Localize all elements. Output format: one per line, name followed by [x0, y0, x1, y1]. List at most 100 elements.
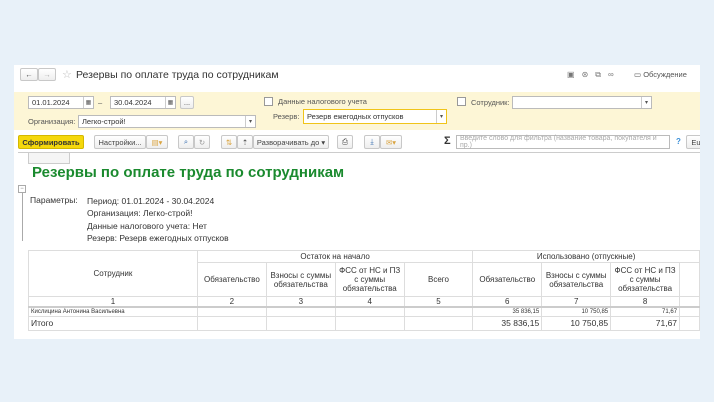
report-cell-selector[interactable]: [28, 153, 70, 164]
param-period: Период: 01.01.2024 - 30.04.2024: [87, 196, 215, 206]
tax-data-label: Данные налогового учета: [278, 97, 367, 106]
col-number: 5: [403, 296, 474, 308]
filter-search-input[interactable]: Введите слово для фильтра (название това…: [456, 135, 670, 149]
table-row[interactable]: Кислицина Антонина Васильевна 35 836,15 …: [28, 306, 700, 317]
tax-data-checkbox[interactable]: [264, 97, 273, 106]
employee-label: Сотрудник:: [471, 98, 510, 107]
calendar-icon: ▦: [83, 97, 93, 108]
cell[interactable]: [334, 315, 405, 331]
subheader: Взносы с суммы обязательства: [265, 262, 336, 297]
org-field[interactable]: Легко-строй! ▾: [78, 115, 256, 128]
print-button[interactable]: ⎙: [337, 135, 353, 149]
header-employee: Сотрудник: [28, 250, 198, 297]
reserve-field[interactable]: Резерв ежегодных отпусков ▾: [303, 109, 447, 124]
report-title: Резервы по оплате труда по сотрудникам: [32, 164, 345, 181]
cell[interactable]: [265, 306, 336, 317]
subheader: Обязательство: [196, 262, 267, 297]
chevron-down-icon: ▾: [436, 110, 446, 123]
send-button[interactable]: ✉▾: [380, 135, 402, 149]
search-icon: ⌕: [183, 137, 189, 146]
folder-icon: ▤▾: [151, 137, 163, 147]
group-line: [22, 193, 23, 241]
employee-field[interactable]: ▾: [512, 96, 652, 109]
params-list: Период: 01.01.2024 - 30.04.2024 Организа…: [87, 195, 229, 244]
col-number: 7: [541, 296, 612, 308]
col-number: 6: [472, 296, 543, 308]
chevron-down-icon: ▾: [641, 97, 651, 108]
report-window: ← → ☆ Резервы по оплате труда по сотрудн…: [14, 65, 700, 339]
col-number: 2: [196, 296, 267, 308]
extra-button[interactable]: Eu: [686, 135, 700, 149]
cell[interactable]: 10 750,85: [541, 315, 612, 331]
cell[interactable]: 10 750,85: [541, 306, 612, 317]
subheader: ФСС от НС и ПЗ с суммы обязательства: [610, 262, 681, 297]
reserve-label: Резерв:: [273, 112, 300, 121]
generate-button[interactable]: Сформировать: [18, 135, 84, 149]
collapse-button[interactable]: ⇡: [237, 135, 253, 149]
window-title: Резервы по оплате труда по сотрудникам: [76, 69, 279, 81]
total-label: Итого: [28, 315, 198, 331]
param-tax: Данные налогового учета: Нет: [87, 220, 207, 231]
subheader: Взносы с суммы обязательства: [541, 262, 612, 297]
date-to-field[interactable]: 30.04.2024 ▦: [110, 96, 176, 109]
date-from-field[interactable]: 01.01.2024 ▦: [28, 96, 94, 109]
cell[interactable]: 35 836,15: [472, 315, 543, 331]
header-group-opening: Остаток на начало: [196, 250, 474, 263]
cell[interactable]: 35 836,15: [472, 306, 543, 317]
forward-button[interactable]: →: [38, 68, 56, 81]
subheader: Обязательство: [472, 262, 543, 297]
total-row[interactable]: Итого 35 836,15 10 750,85 71,67: [28, 315, 700, 331]
col-number: 1: [28, 296, 198, 308]
save-file-button[interactable]: ⤓: [364, 135, 380, 149]
employee-checkbox[interactable]: [457, 97, 466, 106]
org-label: Организация:: [28, 117, 76, 126]
back-button[interactable]: ←: [20, 68, 38, 81]
cell[interactable]: [334, 306, 405, 317]
refresh-icon: ↻: [198, 137, 206, 147]
cell[interactable]: [403, 315, 474, 331]
report-table: Сотрудник Остаток на начало Использовано…: [28, 250, 700, 331]
chevron-down-icon: ▾: [245, 116, 255, 127]
variant-button[interactable]: ▤▾: [146, 135, 168, 149]
cell[interactable]: [196, 315, 267, 331]
sort-icon: ⇅: [225, 137, 233, 147]
expand-to-button[interactable]: Разворачивать до ▾: [253, 135, 329, 149]
mail-icon: ✉▾: [385, 137, 397, 147]
calendar-icon: ▦: [165, 97, 175, 108]
filter-panel: 01.01.2024 ▦ – 30.04.2024 ▦ ... Организаци…: [14, 92, 700, 130]
preview-icon: ⧉: [595, 70, 608, 79]
settings-button[interactable]: Настройки...: [94, 135, 146, 149]
col-number: 3: [265, 296, 336, 308]
cancel-search-button[interactable]: ↻: [194, 135, 210, 149]
help-icon[interactable]: ?: [676, 137, 681, 146]
sort-button[interactable]: ⇅: [221, 135, 237, 149]
header-icons[interactable]: ▣⊛⧉∞: [567, 70, 621, 80]
cell[interactable]: [265, 315, 336, 331]
cell[interactable]: 71,67: [610, 306, 681, 317]
header-group-used: Использовано (отпускные): [472, 250, 700, 263]
settings-icon: ⊛: [581, 70, 596, 79]
subheader: ФСС от НС и ПЗ с суммы обязательства: [334, 262, 405, 297]
collapse-icon: ⇡: [241, 137, 249, 147]
subheader: Всего: [403, 262, 474, 297]
chat-icon: ▭: [634, 70, 642, 79]
sum-icon[interactable]: Σ: [444, 135, 451, 147]
cell[interactable]: [196, 306, 267, 317]
download-icon: ⤓: [370, 137, 374, 146]
col-number: 4: [334, 296, 405, 308]
print-icon: ⎙: [342, 137, 348, 146]
col-number: 8: [610, 296, 681, 308]
link-icon: ∞: [607, 70, 621, 79]
favorite-star-icon[interactable]: ☆: [62, 68, 72, 81]
collapse-group-icon[interactable]: −: [18, 185, 26, 193]
search-button[interactable]: ⌕: [178, 135, 194, 149]
param-org: Организация: Легко-строй!: [87, 208, 193, 219]
employee-name[interactable]: Кислицина Антонина Васильевна: [28, 306, 198, 317]
save-icon: ▣: [567, 70, 582, 79]
cell[interactable]: [403, 306, 474, 317]
param-reserve: Резерв: Резерв ежегодных отпусков: [87, 232, 229, 243]
params-label: Параметры:: [30, 195, 78, 205]
discussion-button[interactable]: ▭ Обсуждение: [634, 70, 687, 79]
cell[interactable]: 71,67: [610, 315, 681, 331]
period-button[interactable]: ...: [180, 96, 194, 109]
